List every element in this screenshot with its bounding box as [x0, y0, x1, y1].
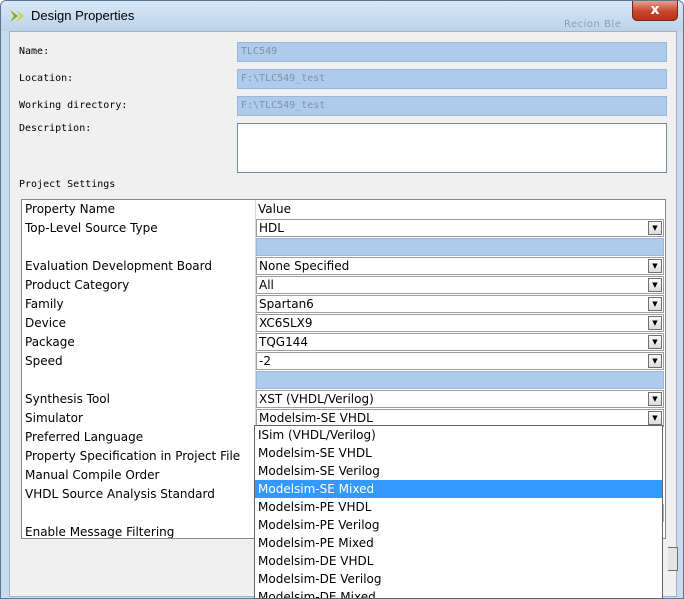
property-name: Synthesis Tool	[25, 392, 110, 406]
table-row[interactable]: Speed -2 ▼	[22, 352, 665, 371]
property-value: Modelsim-SE VHDL	[259, 411, 373, 425]
description-label: Description:	[19, 123, 92, 134]
property-value-select[interactable]: HDL ▼	[256, 219, 664, 237]
description-field[interactable]	[237, 123, 667, 173]
dropdown-option[interactable]: Modelsim-DE Verilog	[255, 570, 662, 588]
property-name: Device	[25, 316, 67, 330]
blank-value-cell[interactable]	[256, 238, 664, 256]
title-bar[interactable]: Design Properties Recion Ble x	[1, 1, 683, 31]
property-name: Preferred Language	[25, 430, 144, 444]
name-field[interactable]: TLC549	[237, 42, 667, 62]
working-directory-field[interactable]: F:\TLC549_test	[237, 96, 667, 116]
blank-value-cell[interactable]	[256, 371, 664, 389]
dropdown-option[interactable]: Modelsim-DE VHDL	[255, 552, 662, 570]
dropdown-option[interactable]: Modelsim-PE VHDL	[255, 498, 662, 516]
property-value: All	[259, 278, 274, 292]
chevron-down-icon[interactable]: ▼	[648, 297, 662, 311]
chevron-down-icon[interactable]: ▼	[648, 278, 662, 292]
property-value: XST (VHDL/Verilog)	[259, 392, 374, 406]
table-row[interactable]: Package TQG144 ▼	[22, 333, 665, 352]
value-header: Value	[258, 202, 291, 216]
property-value: None Specified	[259, 259, 350, 273]
property-name: Enable Message Filtering	[25, 525, 175, 539]
property-name: Product Category	[25, 278, 130, 292]
property-value: HDL	[259, 221, 284, 235]
table-row[interactable]: Top-Level Source Type HDL ▼	[22, 219, 665, 238]
dropdown-option[interactable]: Modelsim-SE Verilog	[255, 462, 662, 480]
dropdown-option[interactable]: Modelsim-SE VHDL	[255, 444, 662, 462]
property-name: Property Specification in Project File	[25, 449, 241, 463]
chevron-down-icon[interactable]: ▼	[648, 259, 662, 273]
chevron-down-icon[interactable]: ▼	[648, 335, 662, 349]
dropdown-option[interactable]: Modelsim-DE Mixed	[255, 588, 662, 598]
table-header: Property Name Value	[22, 200, 665, 219]
property-name: Family	[25, 297, 64, 311]
property-name: VHDL Source Analysis Standard	[25, 487, 215, 501]
location-field[interactable]: F:\TLC549_test	[237, 69, 667, 89]
dropdown-option[interactable]: ISim (VHDL/Verilog)	[255, 426, 662, 444]
table-row[interactable]: Synthesis Tool XST (VHDL/Verilog) ▼	[22, 390, 665, 409]
property-name-header: Property Name	[25, 202, 115, 216]
property-value-select[interactable]: Spartan6 ▼	[256, 295, 664, 313]
table-row[interactable]: Evaluation Development Board None Specifi…	[22, 257, 665, 276]
simulator-dropdown-list[interactable]: ISim (VHDL/Verilog) Modelsim-SE VHDL Model…	[254, 425, 663, 599]
chevron-down-icon[interactable]: ▼	[648, 354, 662, 368]
property-value-select[interactable]: -2 ▼	[256, 352, 664, 370]
table-row[interactable]: Family Spartan6 ▼	[22, 295, 665, 314]
location-label: Location:	[19, 73, 74, 84]
property-value-select[interactable]: TQG144 ▼	[256, 333, 664, 351]
property-name: Manual Compile Order	[25, 468, 160, 482]
name-label: Name:	[19, 46, 50, 57]
property-value: -2	[259, 354, 271, 368]
property-value-select[interactable]: All ▼	[256, 276, 664, 294]
partially-hidden-button[interactable]	[668, 547, 678, 571]
chevron-down-icon[interactable]: ▼	[648, 316, 662, 330]
dropdown-option[interactable]: Modelsim-PE Verilog	[255, 516, 662, 534]
table-row[interactable]	[22, 371, 665, 390]
close-button[interactable]: x	[632, 1, 678, 21]
property-name: Top-Level Source Type	[25, 221, 158, 235]
working-directory-label: Working directory:	[19, 100, 128, 111]
property-name: Evaluation Development Board	[25, 259, 212, 273]
ise-logo-icon	[10, 10, 24, 22]
window-title: Design Properties	[31, 8, 135, 23]
dropdown-option[interactable]: Modelsim-SE Mixed	[255, 480, 662, 498]
background-window-text: Recion Ble	[564, 19, 622, 30]
property-value: XC6SLX9	[259, 316, 313, 330]
property-name: Speed	[25, 354, 63, 368]
property-name: Package	[25, 335, 75, 349]
project-settings-label: Project Settings	[19, 179, 116, 190]
chevron-down-icon[interactable]: ▼	[648, 221, 662, 235]
table-row[interactable]: Device XC6SLX9 ▼	[22, 314, 665, 333]
property-value-select[interactable]: XC6SLX9 ▼	[256, 314, 664, 332]
property-value-select[interactable]: None Specified ▼	[256, 257, 664, 275]
table-row[interactable]	[22, 238, 665, 257]
property-value-select[interactable]: XST (VHDL/Verilog) ▼	[256, 390, 664, 408]
property-value: Spartan6	[259, 297, 314, 311]
chevron-down-icon[interactable]: ▼	[648, 392, 662, 406]
property-name: Simulator	[25, 411, 83, 425]
dropdown-option[interactable]: Modelsim-PE Mixed	[255, 534, 662, 552]
table-row[interactable]: Product Category All ▼	[22, 276, 665, 295]
chevron-down-icon[interactable]: ▼	[648, 411, 662, 425]
property-value: TQG144	[259, 335, 308, 349]
